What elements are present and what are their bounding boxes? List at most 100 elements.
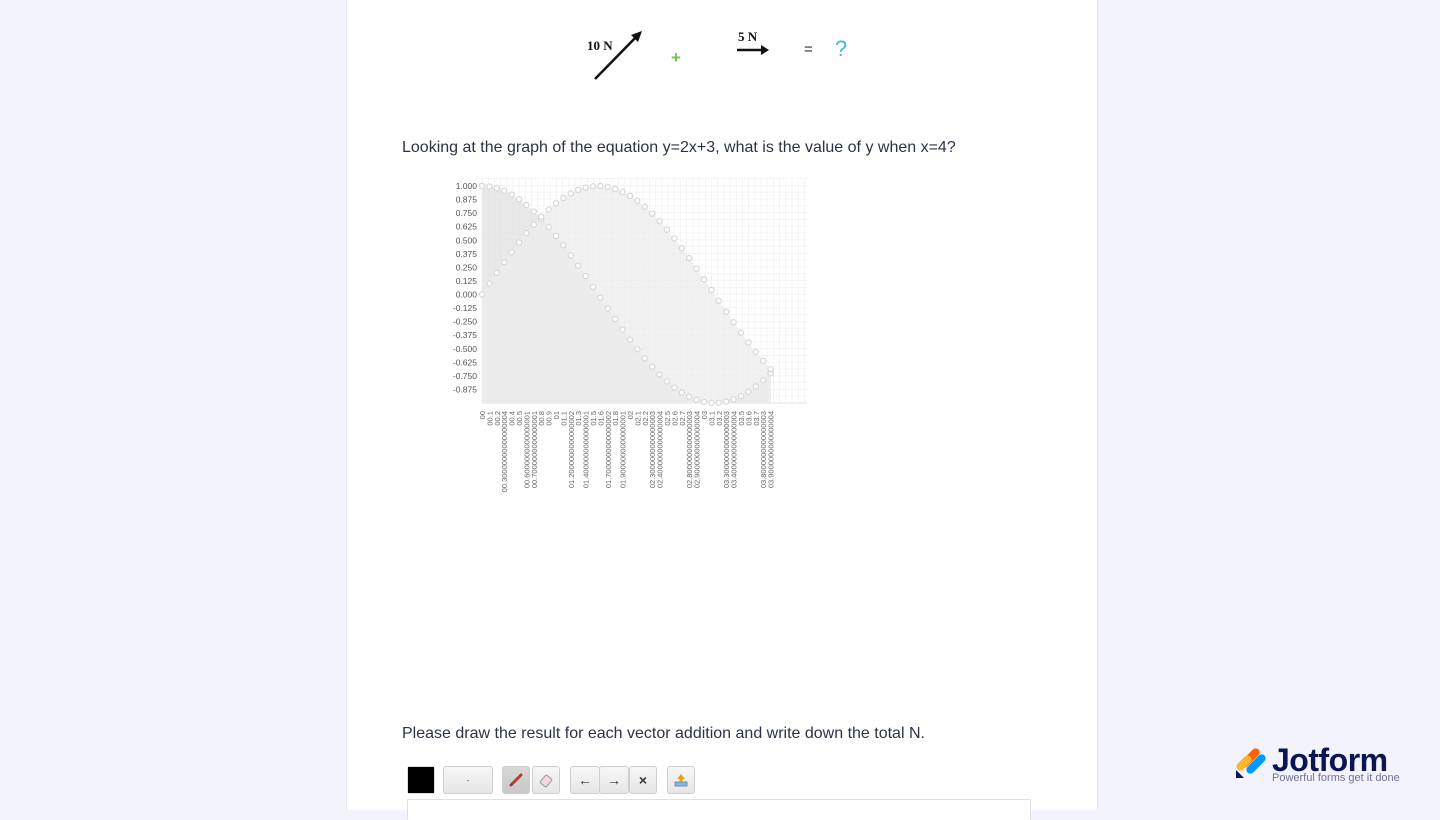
y-tick-label: -0.250 — [453, 317, 477, 327]
series-2-point — [671, 235, 678, 242]
pencil-icon — [509, 773, 523, 787]
y-tick-label: -0.375 — [453, 330, 477, 340]
eraser-tool-button[interactable] — [532, 766, 560, 794]
series-1-point — [700, 398, 708, 406]
series-1-point — [501, 187, 508, 195]
y-tick-label: 0.250 — [456, 262, 478, 272]
series-1-point — [486, 183, 493, 190]
series-2-point — [493, 269, 501, 277]
series-1-point — [685, 393, 693, 400]
series-1-point — [752, 383, 759, 390]
series-1-point — [737, 392, 745, 400]
series-2-point — [641, 203, 648, 211]
graph-chart: 1.000 0.875 0.750 0.625 0.500 0.375 0.250 0.125… — [453, 178, 807, 492]
form-card: 10 N + 5 N = ? Looking at the graph of t… — [346, 0, 1098, 820]
series-1-point — [582, 272, 589, 280]
series-1-point — [626, 336, 634, 343]
vector-1-label: 10 N — [587, 38, 613, 53]
series-1-point — [634, 346, 641, 353]
vector-2-label: 5 N — [738, 29, 758, 44]
series-2-point — [730, 319, 737, 326]
y-tick-label: 0.000 — [456, 290, 478, 300]
jotform-tagline: Powerful forms get it done — [1272, 772, 1400, 784]
series-1-point — [656, 371, 663, 378]
series-2-point — [523, 229, 530, 237]
series-1-point — [619, 326, 626, 333]
series-2-point — [501, 259, 508, 266]
series-1-point — [597, 294, 604, 301]
series-2-point — [663, 226, 671, 233]
series-2-point — [767, 365, 774, 373]
series-1-point — [574, 262, 582, 269]
clear-button[interactable]: × — [629, 766, 657, 794]
brush-size-button[interactable]: · — [443, 766, 493, 794]
result-question-mark: ? — [835, 36, 847, 61]
series-1-point — [708, 399, 715, 407]
series-2-point — [648, 210, 656, 217]
series-1-point — [567, 252, 575, 259]
series-2-point — [634, 197, 641, 205]
series-1-point — [560, 242, 567, 249]
series-2-point — [760, 357, 767, 365]
series-1-point — [478, 182, 486, 190]
series-2-point — [478, 291, 486, 298]
series-1-point — [641, 355, 648, 362]
series-2-point — [552, 200, 560, 207]
plus-symbol: + — [671, 48, 681, 67]
series-2-point — [567, 190, 575, 197]
series-1-point — [508, 191, 515, 198]
redo-button[interactable]: → — [599, 766, 629, 794]
vector-2-arrow — [737, 45, 769, 55]
y-tick-label: 0.750 — [456, 208, 478, 218]
series-2-point — [589, 183, 597, 190]
color-swatch — [408, 767, 434, 793]
series-2-point — [560, 194, 567, 202]
color-picker-button[interactable] — [407, 766, 435, 794]
series-1-point — [723, 398, 730, 405]
pencil-tool-button[interactable] — [502, 766, 530, 794]
undo-button[interactable]: ← — [570, 766, 600, 794]
series-1-point — [493, 184, 501, 192]
series-2-point — [685, 254, 693, 262]
series-2-point — [723, 308, 730, 315]
series-2-point — [604, 183, 611, 191]
question-1-text: Looking at the graph of the equation y=2… — [402, 139, 956, 156]
series-1-point — [745, 388, 752, 396]
series-1-point — [545, 223, 552, 231]
y-tick-label: -0.750 — [453, 371, 477, 381]
jotform-branding[interactable]: Jotform Powerful forms get it done — [1234, 742, 1404, 788]
jotform-logo-icon — [1236, 748, 1266, 778]
y-tick-label: 0.500 — [456, 235, 478, 245]
series-1-point — [515, 196, 523, 203]
series-2-point — [700, 276, 708, 283]
series-2-point — [574, 186, 582, 194]
series-2-point — [619, 188, 626, 196]
series-2-point — [515, 239, 523, 246]
save-icon — [674, 774, 688, 787]
series-2-point — [715, 297, 722, 304]
series-1-point — [604, 305, 611, 312]
save-button[interactable] — [667, 766, 695, 794]
series-1-point — [730, 396, 737, 403]
series-1-point — [523, 201, 530, 209]
series-2-point — [626, 192, 634, 200]
series-1-point — [648, 363, 656, 370]
series-2-point — [737, 329, 745, 336]
series-2-point — [537, 213, 545, 220]
equals-symbol: = — [804, 41, 813, 58]
y-tick-label: -0.125 — [453, 303, 477, 313]
series-2-point — [486, 280, 493, 287]
series-2-point — [611, 185, 619, 193]
y-tick-label: -0.500 — [453, 344, 477, 354]
series-2-point — [745, 339, 752, 346]
series-2-point — [678, 244, 685, 252]
series-2-point — [656, 218, 663, 225]
eraser-icon — [539, 774, 553, 788]
series-1-point — [552, 232, 560, 240]
series-2-point — [582, 184, 589, 191]
series-1-point — [671, 384, 678, 391]
y-tick-label: 0.125 — [456, 276, 478, 286]
series-1-point — [663, 378, 671, 385]
question-2-text: Please draw the result for each vector a… — [402, 725, 925, 742]
series-1-point — [589, 283, 597, 290]
